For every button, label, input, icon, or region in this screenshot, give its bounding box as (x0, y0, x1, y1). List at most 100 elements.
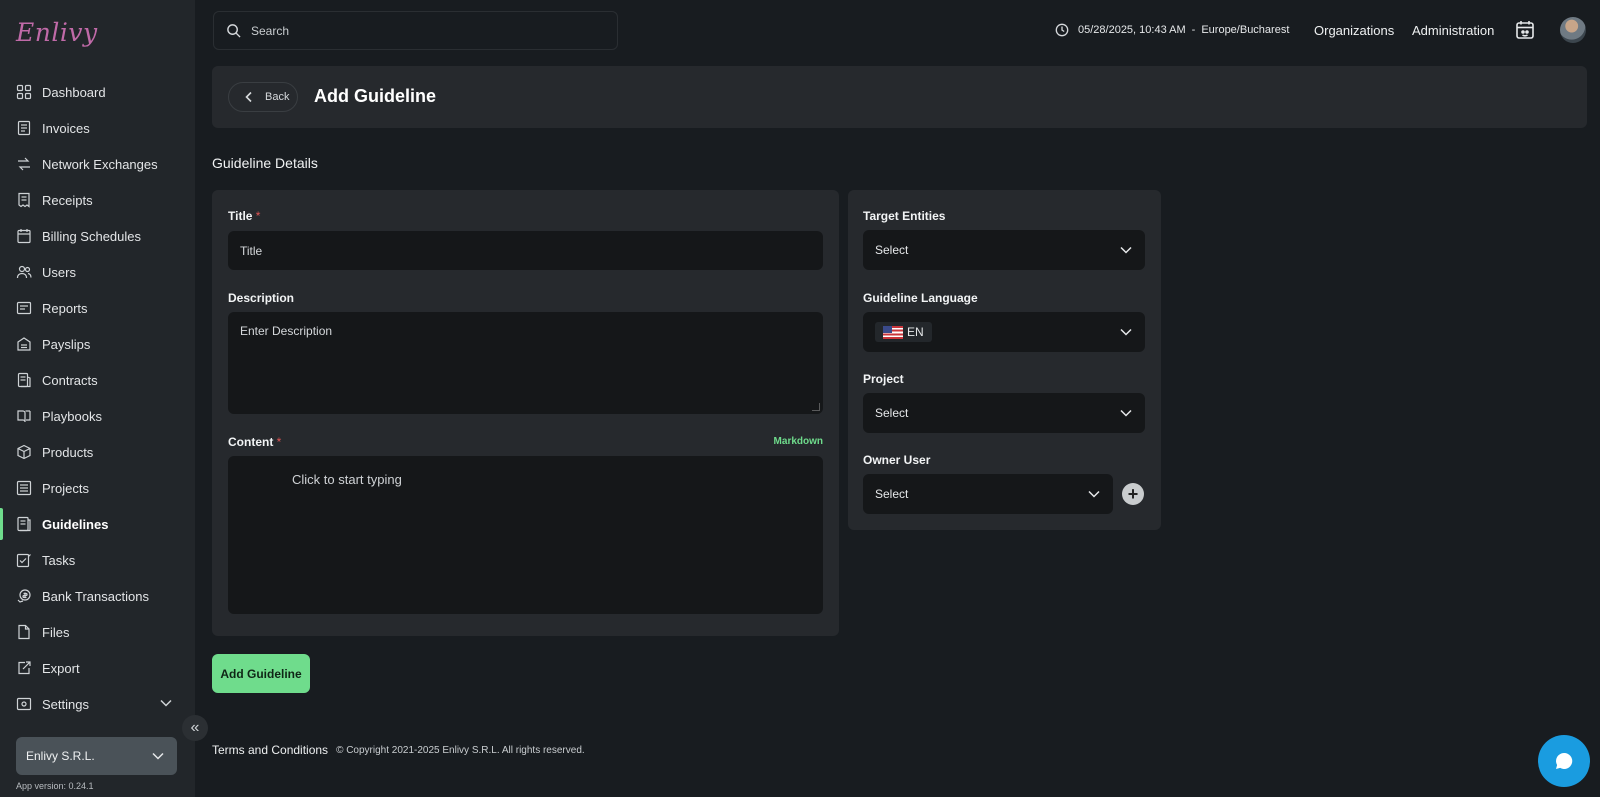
sidebar-item-invoices[interactable]: Invoices (0, 110, 195, 146)
export-icon (16, 660, 32, 676)
sidebar-item-playbooks[interactable]: Playbooks (0, 398, 195, 434)
settings-icon (16, 696, 32, 712)
resize-handle[interactable] (812, 403, 820, 411)
clock-icon (1055, 23, 1069, 37)
search-input[interactable] (251, 23, 581, 38)
page-header: Back Add Guideline (212, 66, 1587, 128)
sidebar-item-label: Dashboard (42, 84, 106, 100)
sidebar-item-tasks[interactable]: Tasks (0, 542, 195, 578)
language-chip: EN (875, 322, 932, 342)
sidebar-item-contracts[interactable]: Contracts (0, 362, 195, 398)
reports-icon (16, 300, 32, 316)
contracts-icon (16, 372, 32, 388)
receipt-icon (16, 192, 32, 208)
title-label: Title * (228, 209, 260, 223)
target-entities-select[interactable]: Select (863, 230, 1145, 270)
plus-icon: + (1127, 483, 1139, 504)
sidebar-item-payslips[interactable]: Payslips (0, 326, 195, 362)
files-icon (16, 624, 32, 640)
content-label: Content * (228, 435, 281, 449)
invoice-icon (16, 120, 32, 136)
chevron-down-icon (1120, 246, 1132, 254)
sidebar-item-label: Bank Transactions (42, 588, 149, 604)
title-label-text: Title (228, 209, 253, 223)
description-textarea[interactable] (228, 312, 823, 414)
markdown-badge: Markdown (773, 436, 823, 447)
back-button[interactable]: Back (228, 82, 298, 112)
sidebar-item-label: Payslips (42, 336, 91, 352)
sidebar-item-users[interactable]: Users (0, 254, 195, 290)
organization-select[interactable]: Enlivy S.R.L. (16, 737, 177, 775)
content-editor[interactable]: Click to start typing (228, 456, 823, 614)
app-logo[interactable]: Enlivy (16, 18, 98, 47)
sidebar-item-projects[interactable]: Projects (0, 470, 195, 506)
sidebar-item-billing-schedules[interactable]: Billing Schedules (0, 218, 195, 254)
add-guideline-button[interactable]: Add Guideline (212, 654, 310, 693)
chevron-down-icon (160, 699, 172, 707)
section-title: Guideline Details (212, 155, 318, 171)
dashboard-icon (16, 84, 32, 100)
description-label: Description (228, 291, 295, 305)
search-bar[interactable] (213, 11, 618, 50)
language-value: EN (907, 325, 924, 339)
sidebar-item-label: Playbooks (42, 408, 102, 424)
project-select[interactable]: Select (863, 393, 1145, 433)
double-chevron-left-icon: « (190, 719, 200, 736)
sidebar-item-label: Contracts (42, 372, 98, 388)
add-owner-button[interactable]: + (1122, 483, 1144, 505)
chevron-down-icon (152, 752, 164, 760)
sidebar-item-label: Guidelines (42, 516, 109, 532)
organizations-link[interactable]: Organizations (1314, 23, 1394, 38)
sidebar-item-label: Receipts (42, 192, 93, 208)
sidebar-item-settings[interactable]: Settings (0, 686, 195, 722)
chevron-down-icon (1088, 490, 1100, 498)
datetime-display: 05/28/2025, 10:43 AM - Europe/Bucharest (1055, 23, 1289, 37)
projects-icon (16, 480, 32, 496)
sidebar-item-receipts[interactable]: Receipts (0, 182, 195, 218)
chat-bubble-icon (1556, 752, 1573, 769)
sidebar-item-reports[interactable]: Reports (0, 290, 195, 326)
guideline-main-form: Title * Description Content * Markdown C… (212, 190, 839, 636)
chevron-down-icon (1120, 409, 1132, 417)
sidebar-item-label: Files (42, 624, 70, 640)
sidebar-item-bank-transactions[interactable]: Bank Transactions (0, 578, 195, 614)
sidebar-item-export[interactable]: Export (0, 650, 195, 686)
owner-user-value: Select (875, 487, 909, 501)
calendar-icon[interactable] (1515, 20, 1535, 40)
owner-user-label: Owner User (863, 453, 931, 467)
sidebar-item-label: Export (42, 660, 80, 676)
administration-link[interactable]: Administration (1412, 23, 1494, 38)
sidebar-item-network-exchanges[interactable]: Network Exchanges (0, 146, 195, 182)
billing-icon (16, 228, 32, 244)
bank-icon (16, 588, 32, 604)
owner-user-select[interactable]: Select (863, 474, 1113, 514)
language-label: Guideline Language (863, 291, 978, 305)
timezone-text: Europe/Bucharest (1201, 24, 1290, 36)
guidelines-icon (16, 516, 32, 532)
target-entities-label: Target Entities (863, 209, 946, 223)
sidebar-item-label: Network Exchanges (42, 156, 158, 172)
collapse-sidebar-button[interactable]: « (182, 715, 208, 741)
title-input[interactable] (228, 231, 823, 270)
language-select[interactable]: EN (863, 312, 1145, 352)
sidebar-item-dashboard[interactable]: Dashboard (0, 74, 195, 110)
user-avatar[interactable] (1560, 17, 1586, 43)
guideline-side-form: Target Entities Select Guideline Languag… (848, 190, 1161, 530)
sidebar-item-products[interactable]: Products (0, 434, 195, 470)
sidebar-item-label: Billing Schedules (42, 228, 142, 244)
sidebar-item-guidelines[interactable]: Guidelines (0, 506, 195, 542)
terms-link[interactable]: Terms and Conditions (212, 743, 328, 757)
sidebar-item-label: Tasks (42, 552, 76, 568)
playbook-icon (16, 408, 32, 424)
copyright-text: © Copyright 2021-2025 Enlivy S.R.L. All … (336, 744, 585, 756)
us-flag-icon (883, 325, 903, 339)
sidebar-item-files[interactable]: Files (0, 614, 195, 650)
description-field[interactable] (228, 312, 823, 414)
sidebar-item-label: Projects (42, 480, 89, 496)
app-version: App version: 0.24.1 (16, 781, 94, 791)
required-mark: * (255, 209, 261, 223)
editor-placeholder: Click to start typing (292, 472, 402, 487)
chat-button[interactable] (1538, 735, 1590, 787)
network-icon (16, 156, 32, 172)
title-field[interactable] (228, 231, 823, 270)
